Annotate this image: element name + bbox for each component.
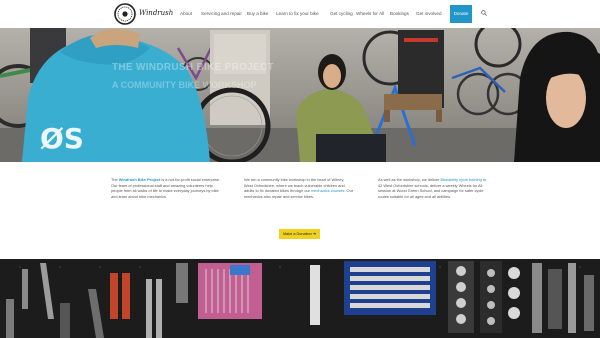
col3-pre: As well as the workshop, we deliver	[378, 177, 441, 182]
svg-text:ØS: ØS	[40, 122, 84, 155]
hero-banner: ØS THE WINDRUSH BIKE PROJECT A COMMUNITY…	[0, 28, 600, 162]
logo-text[interactable]: Windrush	[139, 9, 173, 17]
search-icon[interactable]	[481, 10, 487, 16]
hero-subtitle: A COMMUNITY BIKE WORKSHOP	[112, 80, 257, 90]
intro-column-1: The Windrush Bike Project is a not-for-p…	[111, 177, 221, 200]
intro-column-2: We run a community bike workshop in the …	[244, 177, 354, 200]
nav-get-involved[interactable]: Get involved	[416, 6, 442, 22]
nav-bookings[interactable]: Bookings	[390, 6, 409, 22]
mechanics-courses-link[interactable]: mechanics courses	[311, 188, 344, 193]
site-logo[interactable]	[114, 3, 136, 25]
nav-get-cycling[interactable]: Get cycling	[330, 6, 353, 22]
bikeability-link[interactable]: Bikeability cycle training	[441, 177, 482, 182]
nav-about[interactable]: About	[180, 6, 192, 22]
nav-buy-a-bike[interactable]: Buy a bike	[247, 6, 268, 22]
tools-photo	[0, 259, 600, 338]
nav-wheels-for-all[interactable]: Wheels for All	[356, 6, 384, 22]
hero-title: THE WINDRUSH BIKE PROJECT	[112, 62, 274, 73]
nav-servicing-and-repair[interactable]: Servicing and repair	[201, 6, 242, 22]
intro-column-3: As well as the workshop, we deliver Bike…	[378, 177, 488, 200]
make-donation-button[interactable]: Make a Donation ➔	[279, 229, 320, 239]
nav-learn-to-fix[interactable]: Learn to fix your bike	[276, 6, 319, 22]
donate-button[interactable]: Donate	[450, 5, 472, 23]
hero-photo: ØS	[0, 28, 600, 162]
site-header: Windrush About Servicing and repair Buy …	[0, 0, 600, 28]
col1-pre: The	[111, 177, 119, 182]
project-link[interactable]: Windrush Bike Project	[119, 177, 160, 182]
tool-wall-image	[0, 259, 600, 338]
